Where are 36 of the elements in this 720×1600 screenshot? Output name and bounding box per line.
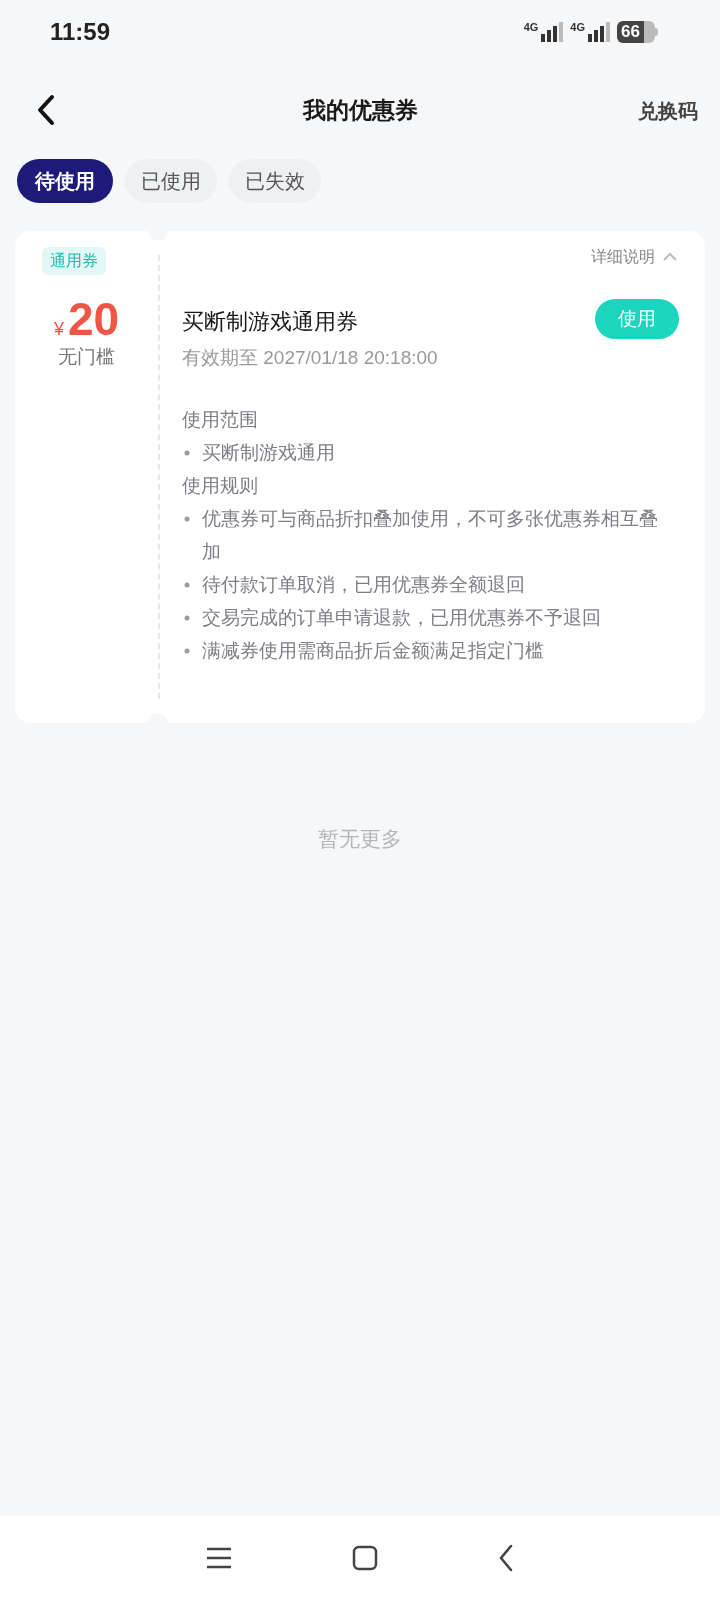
battery-tip: [655, 28, 658, 36]
bullet-icon: [184, 449, 190, 456]
battery-level: 66: [617, 21, 655, 43]
filter-tab[interactable]: 已失效: [229, 159, 321, 203]
bullet-icon: [184, 515, 190, 522]
coupon-type-tag: 通用券: [42, 247, 106, 275]
rules-heading: 使用范围: [182, 407, 259, 432]
filter-tab[interactable]: 已使用: [125, 159, 217, 203]
currency-symbol: ¥: [53, 318, 64, 341]
rule-text: 待付款订单取消，已用优惠券全额退回: [202, 572, 525, 597]
threshold-text: 无门槛: [58, 345, 115, 369]
back-icon[interactable]: [36, 94, 56, 126]
signal-icon: [587, 22, 611, 42]
bullet-icon: [184, 647, 190, 654]
bullet-icon: [184, 581, 190, 588]
network-label: 4G: [570, 22, 585, 33]
coupon-amount: 20: [67, 293, 120, 345]
rule-text: 买断制游戏通用: [202, 440, 335, 465]
rule-text: 交易完成的订单申请退款，已用优惠券不予退回: [202, 605, 601, 630]
coupon-name: 买断制游戏通用券: [182, 308, 359, 336]
home-icon[interactable]: [352, 1545, 378, 1571]
status-time: 11:59: [50, 17, 111, 47]
rules-heading: 使用规则: [182, 473, 259, 498]
network-label: 4G: [523, 22, 539, 33]
back-icon[interactable]: [498, 1544, 514, 1572]
validity-text: 有效期至 2027/01/18 20:18:00: [182, 346, 438, 370]
menu-icon[interactable]: [206, 1547, 232, 1569]
rule-text: 满减券使用需商品折后金额满足指定门槛: [202, 638, 544, 663]
page-title: 我的优惠券: [302, 95, 418, 125]
filter-tab[interactable]: 待使用: [17, 159, 113, 203]
details-toggle[interactable]: 详细说明: [591, 245, 679, 269]
redeem-code-link[interactable]: 兑换码: [638, 96, 698, 126]
rule-text: 优惠券可与商品折扣叠加使用，不可多张优惠券相互叠加: [202, 506, 659, 564]
end-of-list-text: 暂无更多: [318, 825, 402, 852]
bullet-icon: [184, 614, 190, 621]
signal-icon: [540, 22, 565, 42]
